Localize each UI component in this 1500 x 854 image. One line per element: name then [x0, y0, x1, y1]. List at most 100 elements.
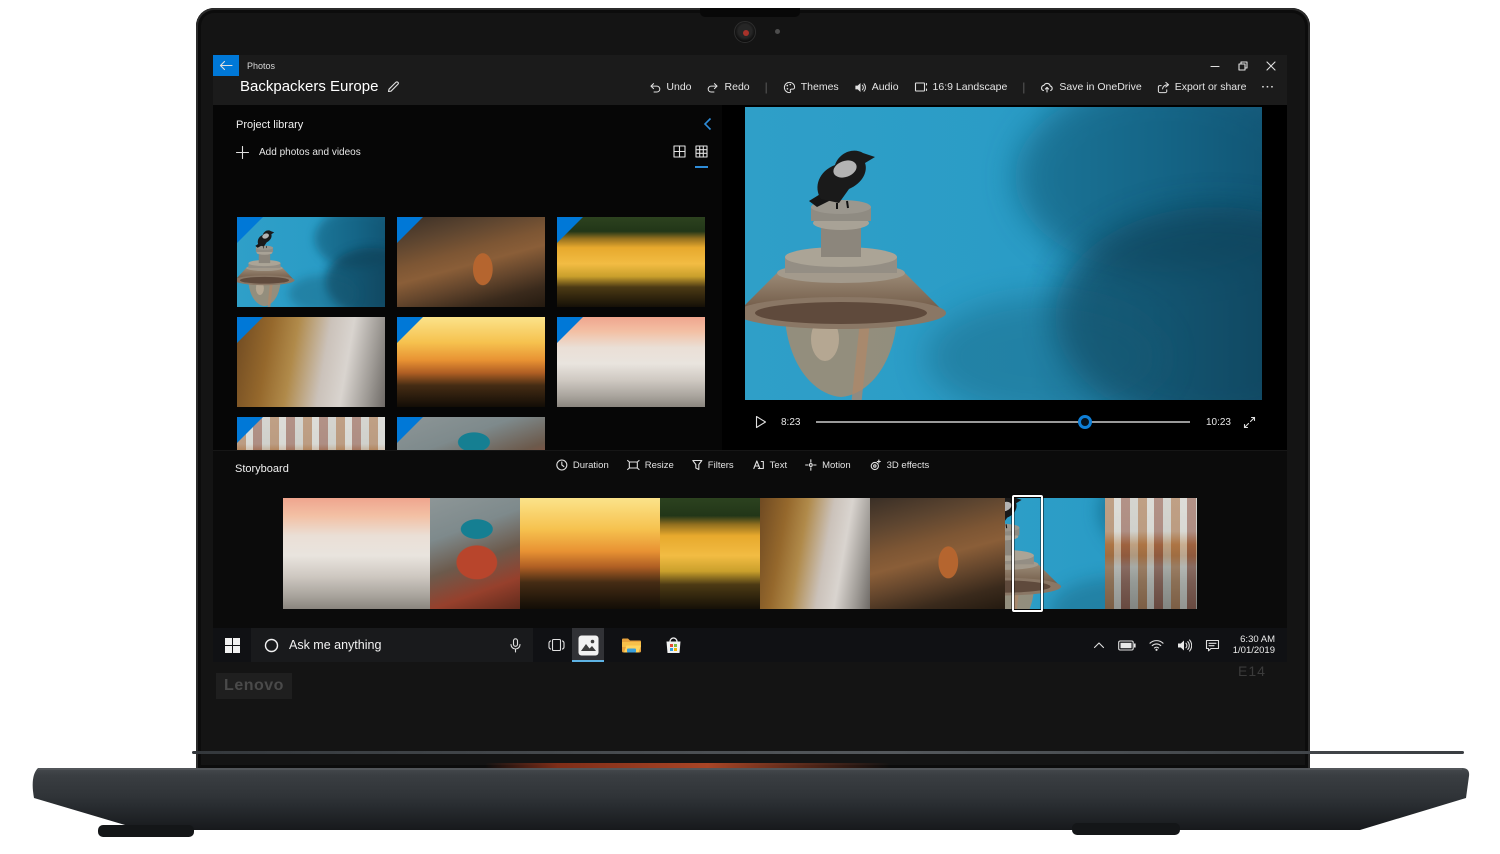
- webcam-led: [775, 29, 780, 34]
- add-photos-label: Add photos and videos: [259, 147, 361, 158]
- large-grid-view-icon[interactable]: [673, 145, 686, 168]
- clip-autumn-house[interactable]: [870, 498, 1005, 609]
- redo-button[interactable]: Redo: [707, 81, 750, 94]
- edit-pencil-icon[interactable]: [386, 80, 400, 94]
- play-button[interactable]: [755, 415, 767, 429]
- thumbnail-yellow-van[interactable]: [557, 217, 705, 307]
- 3d-effects-button[interactable]: 3D effects: [869, 459, 930, 471]
- fullscreen-icon[interactable]: [1243, 416, 1256, 429]
- clip-photo: [1105, 498, 1197, 609]
- onedrive-cloud-icon: [1040, 81, 1054, 93]
- duration-button[interactable]: Duration: [556, 459, 609, 471]
- photo-hitchhiker: [237, 317, 385, 407]
- playhead-selection[interactable]: [1012, 495, 1043, 612]
- filters-label: Filters: [708, 460, 734, 471]
- photos-app-button[interactable]: [572, 628, 604, 662]
- save-onedrive-button[interactable]: Save in OneDrive: [1040, 81, 1141, 93]
- minimize-button[interactable]: [1201, 55, 1229, 76]
- start-button[interactable]: [213, 628, 251, 662]
- thumbnail-santorini[interactable]: [557, 317, 705, 407]
- webcam-lens-icon: [743, 30, 749, 36]
- text-button[interactable]: Text: [752, 459, 787, 471]
- thumbnail-harbor-houses[interactable]: [237, 417, 385, 450]
- clip-boy-cap[interactable]: [430, 498, 520, 609]
- clip-photo: [283, 498, 430, 609]
- thumbnail-autumn-house[interactable]: [397, 217, 545, 307]
- filmstrip: [283, 498, 1197, 609]
- maximize-button[interactable]: [1229, 55, 1257, 76]
- photo-santorini: [557, 317, 705, 407]
- storyboard-panel: Storyboard Duration Resize Filters Text: [213, 450, 1287, 628]
- thumbnail-hitchhiker[interactable]: [237, 317, 385, 407]
- task-view-button[interactable]: [539, 628, 573, 662]
- active-app-underline: [572, 660, 604, 662]
- small-grid-view-icon[interactable]: [695, 145, 708, 168]
- windows-logo-icon: [225, 638, 240, 653]
- redo-icon: [707, 81, 720, 94]
- add-photos-button[interactable]: Add photos and videos: [236, 146, 361, 159]
- seek-track[interactable]: [816, 421, 1190, 423]
- text-icon: [752, 459, 765, 471]
- export-share-button[interactable]: Export or share: [1157, 81, 1247, 94]
- back-button[interactable]: [213, 55, 239, 76]
- aspect-ratio-button[interactable]: 16:9 Landscape: [914, 81, 1008, 93]
- resize-button[interactable]: Resize: [627, 459, 674, 471]
- view-toggles: [673, 145, 708, 168]
- undo-button[interactable]: Undo: [648, 81, 691, 94]
- clip-hitchhiker[interactable]: [760, 498, 870, 609]
- brand-logo: Lenovo: [216, 673, 292, 699]
- filters-button[interactable]: Filters: [692, 459, 734, 471]
- search-box[interactable]: [251, 628, 533, 662]
- storyboard-title: Storyboard: [235, 463, 289, 475]
- search-input[interactable]: [289, 638, 498, 652]
- clip-santorini[interactable]: [283, 498, 430, 609]
- export-share-label: Export or share: [1175, 81, 1247, 93]
- close-button[interactable]: [1257, 55, 1285, 76]
- 3d-effects-label: 3D effects: [887, 460, 930, 471]
- share-icon: [1157, 81, 1170, 94]
- clip-yellow-van[interactable]: [660, 498, 760, 609]
- store-button[interactable]: [656, 628, 690, 662]
- clip-backpackers-sunset[interactable]: [520, 498, 660, 609]
- motion-button[interactable]: Motion: [805, 459, 851, 471]
- app-name-label: Photos: [247, 61, 275, 71]
- thumbnail-backpackers-sunset[interactable]: [397, 317, 545, 407]
- aspect-ratio-label: 16:9 Landscape: [933, 81, 1008, 93]
- seek-bar[interactable]: [816, 415, 1190, 429]
- wifi-icon[interactable]: [1149, 639, 1164, 651]
- clip-harbor-houses[interactable]: [1105, 498, 1197, 609]
- tray-chevron-icon[interactable]: [1093, 641, 1105, 649]
- seek-thumb[interactable]: [1078, 415, 1092, 429]
- more-options-button[interactable]: ···: [1262, 81, 1276, 93]
- redo-label: Redo: [725, 81, 750, 93]
- clock-icon: [556, 459, 568, 471]
- 3d-effects-icon: [869, 459, 882, 471]
- total-duration: 10:23: [1206, 417, 1231, 428]
- base-deck-edge: [192, 751, 1464, 754]
- filter-funnel-icon: [692, 459, 703, 471]
- laptop-scene: Lenovo E14 Photos Backpackers Europe: [0, 0, 1500, 854]
- thumbnail-bird-on-lamp[interactable]: [237, 217, 385, 307]
- webcam-shutter: [700, 8, 800, 17]
- audio-button[interactable]: Audio: [854, 81, 899, 94]
- toolbar-separator: |: [765, 80, 768, 94]
- themes-label: Themes: [801, 81, 839, 93]
- save-onedrive-label: Save in OneDrive: [1059, 81, 1141, 93]
- action-center-icon[interactable]: [1205, 639, 1220, 652]
- toolbar-separator: |: [1022, 80, 1025, 94]
- collapse-panel-chevron-icon[interactable]: [703, 117, 712, 136]
- file-explorer-icon: [621, 637, 642, 654]
- taskbar-clock[interactable]: 6:30 AM 1/01/2019: [1233, 634, 1275, 656]
- volume-icon[interactable]: [1177, 639, 1192, 652]
- photo-boy-cap: [397, 417, 545, 450]
- motion-label: Motion: [822, 460, 851, 471]
- battery-icon[interactable]: [1118, 640, 1136, 651]
- clip-photo: [430, 498, 520, 609]
- photo-yellow-van: [557, 217, 705, 307]
- library-title: Project library: [236, 119, 303, 131]
- themes-button[interactable]: Themes: [783, 81, 839, 94]
- thumbnail-boy-cap[interactable]: [397, 417, 545, 450]
- file-explorer-button[interactable]: [614, 628, 648, 662]
- video-preview[interactable]: [745, 107, 1262, 400]
- microphone-icon[interactable]: [510, 638, 521, 653]
